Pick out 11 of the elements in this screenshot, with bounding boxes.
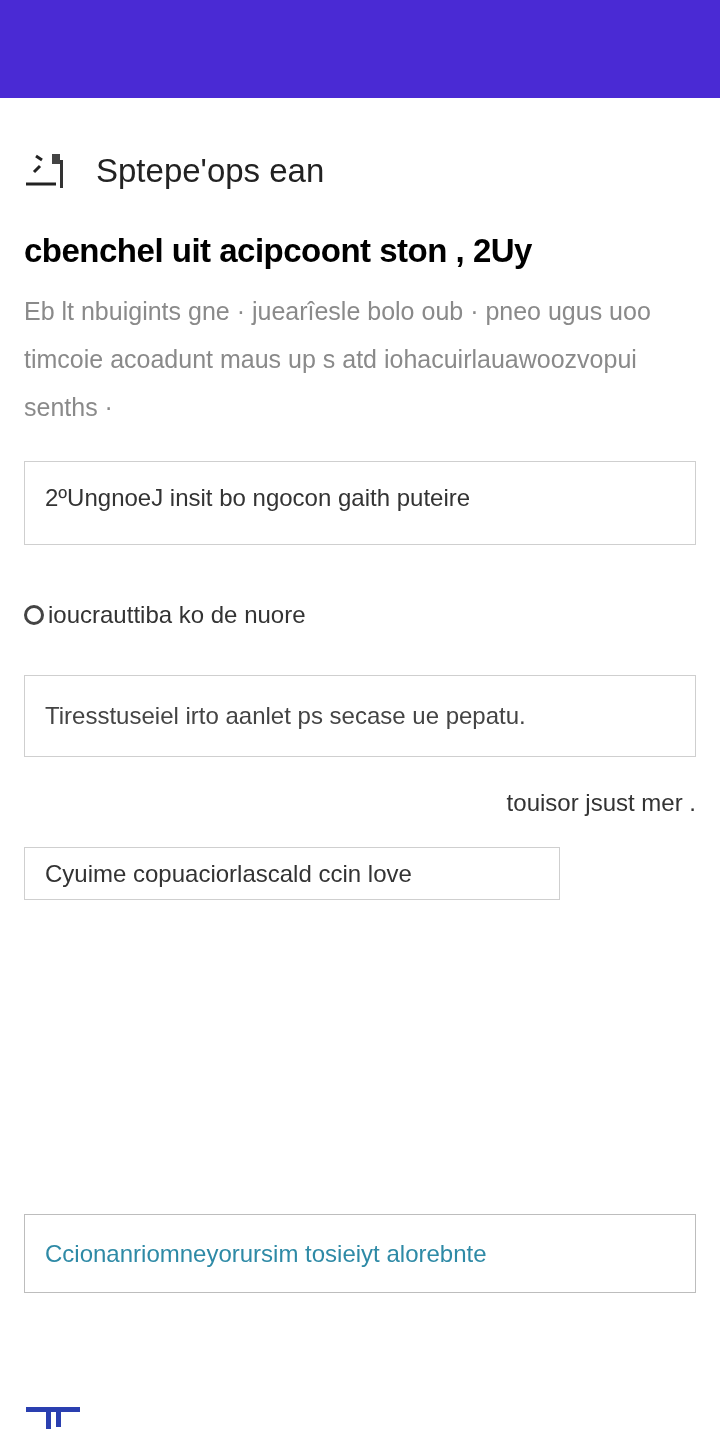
text-field[interactable]: Ccionanriomneyorursim tosieiyt alorebnte: [24, 1214, 696, 1294]
page-title: Sptepe'ops ean: [96, 153, 325, 187]
hint-text: touisor jsust mer .: [506, 788, 696, 819]
text-field[interactable]: Cyuime copuaciorlascald ccin love: [24, 847, 560, 901]
text-field[interactable]: 2ºUngnoeJ insit bo ngocon gaith puteire: [24, 461, 696, 546]
heading: cbenchel uit acipcoont ston , 2Uy: [24, 231, 533, 271]
radio-button[interactable]: [24, 605, 44, 626]
text-field[interactable]: Tiresstuseiel irto aanlet ps secase ue pepatu.: [24, 675, 696, 758]
description: Eb lt nbuigints gne · juearîesle bolo oub · pneo ugus uoo timcoie acoadunt maus up s atd iohacuirlauawoozvopui senths ·: [24, 296, 652, 424]
logo-icon: [26, 1405, 80, 1430]
radio-label: ioucrauttiba ko de nuore: [48, 600, 306, 631]
